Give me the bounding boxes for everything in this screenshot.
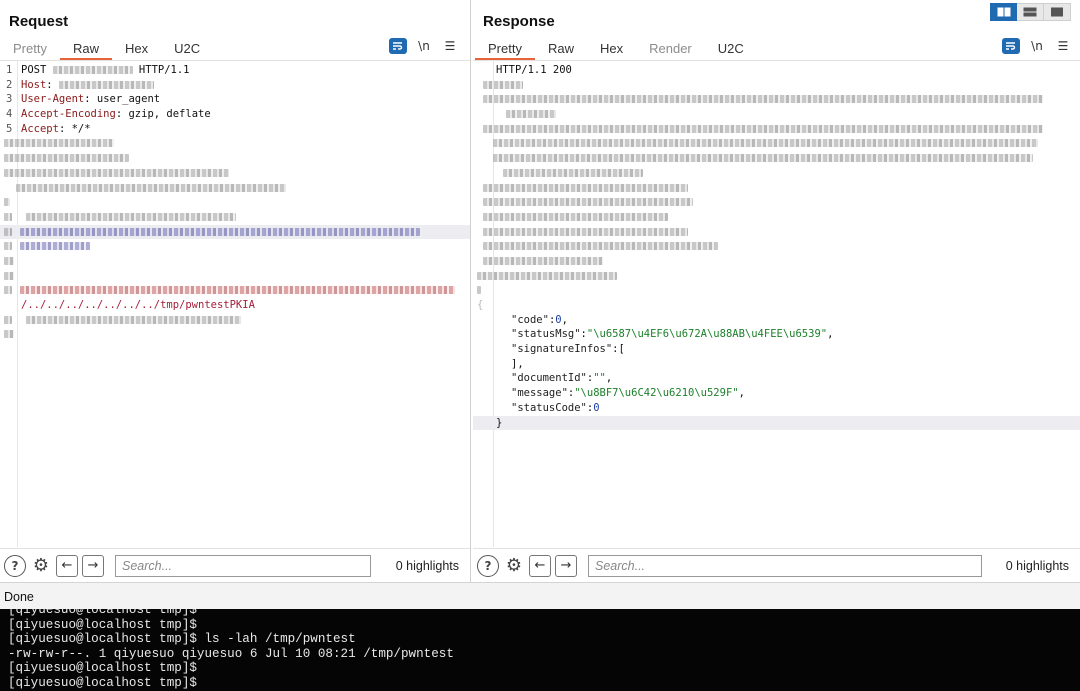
gear-icon[interactable]: ⚙ (503, 555, 525, 577)
redacted-line (473, 269, 1080, 284)
json-line: "signatureInfos":[ (511, 343, 625, 356)
response-tab-pretty[interactable]: Pretty (475, 38, 535, 60)
request-editor[interactable]: 1 POST HTTP/1.1 2 Host: 3 User-Agent: user_… (0, 60, 470, 547)
request-line: 3 User-Agent: user_agent (6, 93, 161, 106)
redacted-line (0, 283, 470, 298)
gear-icon[interactable]: ⚙ (30, 555, 52, 577)
response-tab-u2c[interactable]: U2C (705, 38, 757, 60)
redacted-line (0, 269, 470, 284)
json-line: "statusCode":0 (511, 401, 600, 414)
status-bar: Done (0, 582, 1080, 609)
redacted-line (0, 166, 470, 181)
request-line: 4 Accept-Encoding: gzip, deflate (6, 108, 211, 121)
redacted-line (0, 239, 470, 254)
request-raw-text: 1 POST HTTP/1.1 2 Host: 3 User-Agent: user_… (0, 63, 470, 342)
request-tabs: Pretty Raw Hex U2C (0, 38, 213, 60)
redacted-line (0, 136, 470, 151)
redacted-line (473, 92, 1080, 107)
redacted-line (473, 181, 1080, 196)
layout-switch (990, 3, 1071, 21)
redacted-line (473, 225, 1080, 240)
request-highlights-count: 0 highlights (395, 558, 459, 573)
redacted-line (0, 327, 470, 342)
redacted-path (52, 66, 133, 74)
json-open-brace: { (477, 299, 484, 311)
newline-toggle[interactable]: \n (411, 37, 437, 55)
request-line: 1 POST HTTP/1.1 (6, 64, 190, 76)
request-line: 2 Host: (0, 78, 470, 93)
terminal-line: [qiyuesuo@localhost tmp]$ (8, 609, 197, 617)
redacted-line (473, 136, 1080, 151)
redacted-line (0, 313, 470, 328)
request-tab-pretty[interactable]: Pretty (0, 38, 60, 60)
request-search-input[interactable] (115, 554, 371, 577)
terminal-line: [qiyuesuo@localhost tmp]$ (8, 661, 197, 676)
next-match-button[interactable]: → (555, 554, 577, 577)
redacted-line (473, 210, 1080, 225)
response-tab-render[interactable]: Render (636, 38, 705, 60)
json-line: "statusMsg":"\u6587\u4EF6\u672A\u88AB\u4… (511, 328, 834, 341)
hamburger-icon[interactable]: ☰ (1050, 37, 1076, 55)
payload-path-line: /../../../../../../../tmp/pwntestPKIA (21, 299, 255, 311)
redacted-line (473, 151, 1080, 166)
redacted-line (473, 195, 1080, 210)
redacted-line (0, 224, 470, 240)
json-line: "documentId":"", (511, 372, 613, 385)
wrap-lines-icon[interactable] (389, 38, 407, 54)
redacted-line (473, 239, 1080, 254)
wrap-lines-icon[interactable] (1002, 38, 1020, 54)
response-editor-tools: \n ☰ (998, 37, 1076, 55)
terminal-line: [qiyuesuo@localhost tmp]$ (8, 617, 197, 632)
json-line: ], (511, 357, 524, 370)
terminal-line: -rw-rw-r--. 1 qiyuesuo qiyuesuo 6 Jul 10… (8, 646, 454, 661)
hamburger-icon[interactable]: ☰ (437, 37, 463, 55)
request-tab-raw[interactable]: Raw (59, 38, 112, 60)
split-vertical-icon[interactable] (990, 3, 1017, 21)
redacted-line (473, 254, 1080, 269)
terminal-line: [qiyuesuo@localhost tmp]$ (8, 675, 197, 690)
redacted-line (0, 151, 470, 166)
response-editor[interactable]: HTTP/1.1 200 { "code":0, "statusMsg":"\u… (473, 60, 1080, 547)
response-pane: Response Pretty Raw Hex Render U2C \n ☰ … (473, 0, 1080, 582)
terminal-window[interactable]: [qiyuesuo@localhost tmp]$ [qiyuesuo@loca… (0, 609, 1080, 691)
request-tab-hex[interactable]: Hex (112, 38, 161, 60)
response-tabs: Pretty Raw Hex Render U2C (475, 38, 757, 60)
next-match-button[interactable]: → (82, 554, 104, 577)
json-line: "message":"\u8BF7\u6C42\u6210\u529F", (511, 387, 745, 400)
response-tab-raw[interactable]: Raw (535, 38, 587, 60)
newline-toggle[interactable]: \n (1024, 37, 1050, 55)
redacted-line (0, 210, 470, 225)
request-tab-u2c[interactable]: U2C (161, 38, 213, 60)
json-close-brace: } (473, 415, 1080, 431)
json-line: "code":0, (511, 313, 568, 326)
single-pane-icon[interactable] (1044, 3, 1071, 21)
help-icon[interactable]: ? (4, 554, 26, 577)
response-highlights-count: 0 highlights (1005, 558, 1069, 573)
request-line: 5 Accept: */* (6, 122, 91, 135)
redacted-line (0, 181, 470, 196)
request-search-bar: ? ⚙ ← → 0 highlights (0, 548, 470, 582)
split-horizontal-icon[interactable] (1017, 3, 1044, 21)
redacted-line (473, 107, 1080, 122)
redacted-host (58, 80, 154, 89)
request-pane: Request Pretty Raw Hex U2C \n ☰ 1 POST HT… (0, 0, 471, 582)
redacted-line (473, 166, 1080, 181)
redacted-line (0, 195, 470, 210)
request-editor-tools: \n ☰ (385, 37, 463, 55)
response-title: Response (483, 13, 555, 30)
help-icon[interactable]: ? (477, 554, 499, 577)
redacted-line (473, 283, 1080, 298)
previous-match-button[interactable]: ← (56, 554, 78, 577)
redacted-line (473, 122, 1080, 137)
request-title: Request (9, 13, 69, 30)
terminal-line: [qiyuesuo@localhost tmp]$ ls -lah /tmp/p… (8, 632, 356, 647)
response-status-line: HTTP/1.1 200 (496, 64, 572, 76)
redacted-line (473, 78, 1080, 93)
response-search-bar: ? ⚙ ← → 0 highlights (473, 548, 1080, 582)
response-search-input[interactable] (588, 554, 982, 577)
response-tab-hex[interactable]: Hex (587, 38, 636, 60)
response-pretty-text: HTTP/1.1 200 { "code":0, "statusMsg":"\u… (473, 63, 1080, 431)
previous-match-button[interactable]: ← (529, 554, 551, 577)
redacted-line (0, 254, 470, 269)
